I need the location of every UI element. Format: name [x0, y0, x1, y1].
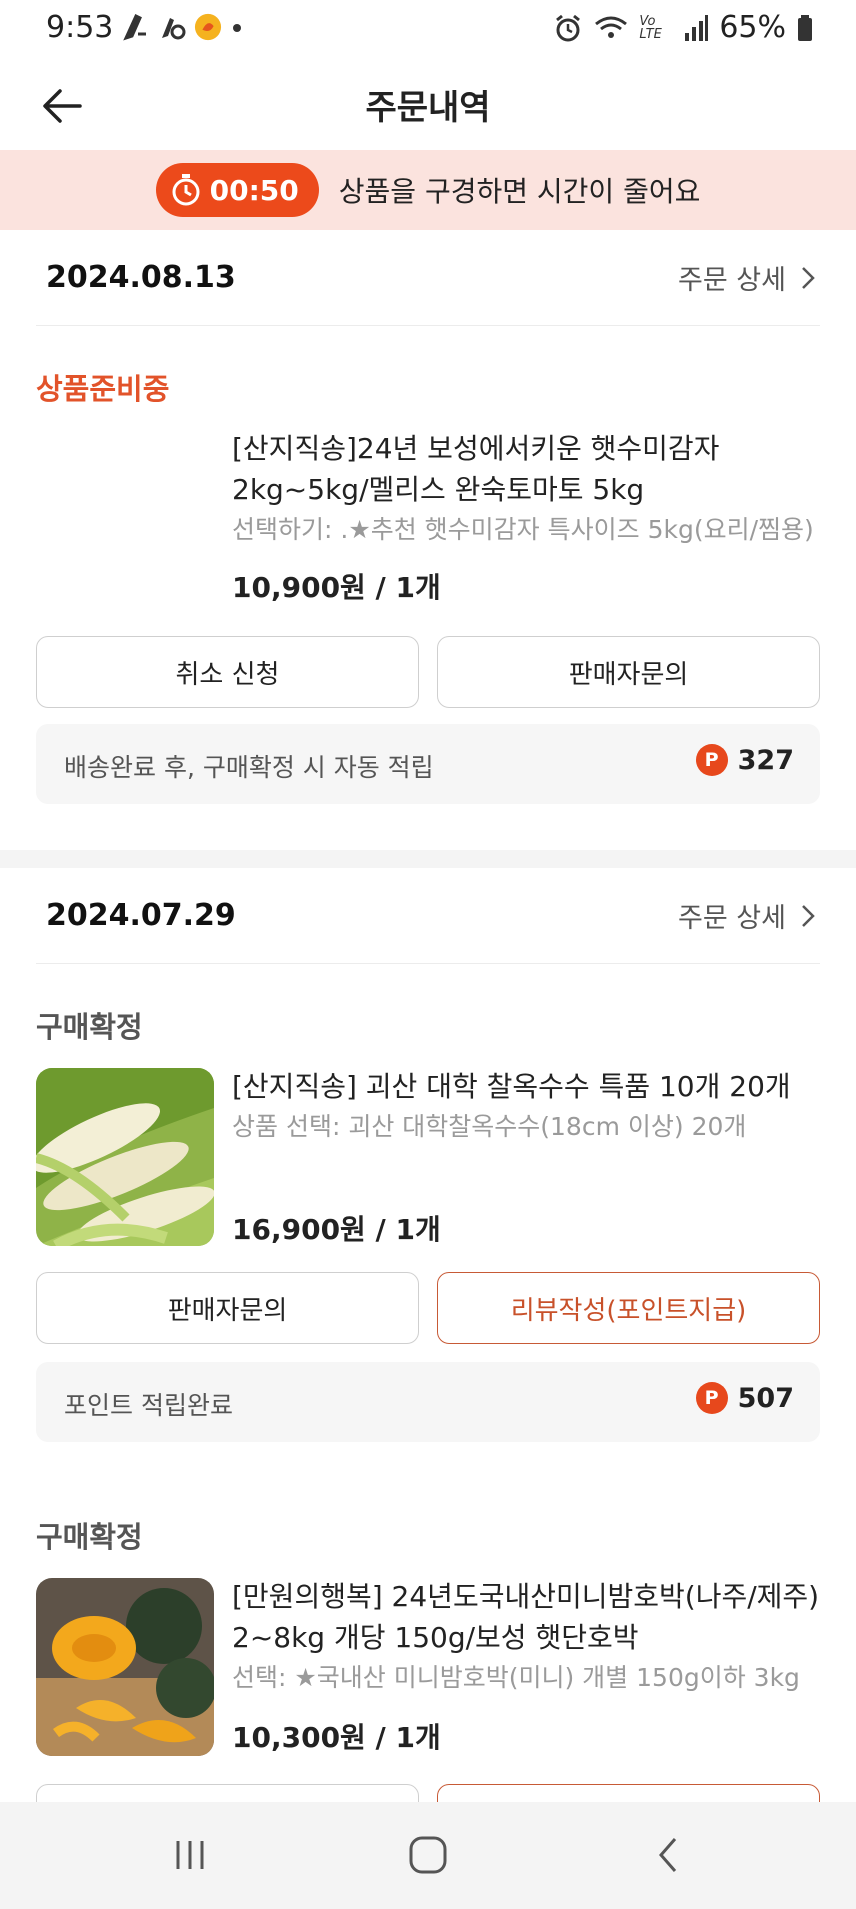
order-header: 2024.07.29 주문 상세 — [36, 868, 820, 964]
points-box: 배송완료 후, 구매확정 시 자동 적립 P 327 — [36, 724, 820, 804]
order-card: 2024.07.29 주문 상세 구매확정 [산지직송] 괴산 대학 찰옥수수 … — [0, 868, 856, 1856]
app-header: 주문내역 — [0, 60, 856, 150]
stopwatch-icon — [172, 174, 200, 206]
order-status: 상품준비중 — [36, 372, 170, 406]
order-detail-link[interactable]: 주문 상세 — [678, 896, 816, 935]
status-left-icons — [122, 12, 244, 42]
back-nav-icon — [659, 1838, 677, 1872]
recent-apps-icon — [176, 1841, 204, 1869]
notification-icon-1 — [123, 13, 146, 41]
timer-time: 00:50 — [209, 173, 299, 207]
status-bar: 9:53 Vo LTE 65% — [0, 0, 856, 60]
order-card: 2024.08.13 주문 상세 상품준비중 [산지직송]24년 보성에서키운 … — [0, 230, 856, 848]
order-detail-label: 주문 상세 — [678, 265, 786, 296]
timer-message: 상품을 구경하면 시간이 줄어요 — [338, 175, 701, 208]
product-price: 10,300원 / 1개 — [232, 1721, 441, 1754]
battery-percent: 65% — [719, 10, 786, 45]
product-price: 16,900원 / 1개 — [232, 1213, 441, 1246]
seller-inquiry-button[interactable]: 판매자문의 — [36, 1272, 419, 1344]
product-title: [만원의행복] 24년도국내산미니밤호박(나주/제주) 2~8kg 개당 150… — [232, 1580, 820, 1654]
pumpkin-image — [36, 1578, 214, 1756]
product-price: 10,900원 / 1개 — [232, 571, 441, 604]
points-amount: 327 — [737, 744, 794, 776]
product-title: [산지직송] 괴산 대학 찰옥수수 특품 10개 20개 — [232, 1070, 791, 1103]
points-text: 배송완료 후, 구매확정 시 자동 적립 — [64, 753, 434, 782]
status-right-icons: Vo LTE 65% — [553, 10, 814, 45]
point-icon: P — [695, 1382, 728, 1414]
timer-banner[interactable]: 00:50 상품을 구경하면 시간이 줄어요 — [0, 150, 856, 230]
product-thumbnail-pumpkin[interactable] — [36, 1578, 214, 1756]
product-info[interactable]: [만원의행복] 24년도국내산미니밤호박(나주/제주) 2~8kg 개당 150… — [232, 1576, 820, 1696]
product-thumbnail-corn[interactable] — [36, 1068, 214, 1246]
write-review-button[interactable]: 리뷰작성(포인트지급) — [437, 1272, 820, 1344]
signal-icon — [685, 14, 709, 41]
system-nav-bar — [0, 1802, 856, 1909]
app-notification-icon — [194, 13, 222, 41]
order-header: 2024.08.13 주문 상세 — [36, 230, 820, 326]
alarm-icon — [556, 14, 581, 41]
point-icon: P — [695, 744, 728, 776]
wifi-icon — [595, 16, 628, 38]
dot-icon — [233, 24, 241, 32]
battery-icon — [798, 14, 812, 41]
order-detail-label: 주문 상세 — [678, 903, 786, 934]
cancel-request-button[interactable]: 취소 신청 — [36, 636, 419, 708]
notification-icon-2 — [162, 18, 186, 40]
home-icon — [409, 1836, 447, 1874]
order-status: 구매확정 — [36, 1010, 143, 1044]
chevron-right-icon — [802, 266, 815, 289]
points-value: P 327 — [695, 744, 794, 776]
product-option: 선택: ★국내산 미니밤호박(미니) 개별 150g이하 3kg — [232, 1663, 800, 1692]
points-amount: 507 — [737, 1382, 794, 1414]
page-title: 주문내역 — [365, 88, 491, 128]
home-button[interactable] — [398, 1830, 458, 1880]
points-text: 포인트 적립완료 — [64, 1391, 233, 1420]
chevron-right-icon — [802, 904, 815, 927]
timer-pill: 00:50 — [155, 163, 319, 217]
product-info[interactable]: [산지직송]24년 보성에서키운 햇수미감자 2kg~5kg/멜리스 완숙토마토… — [232, 428, 820, 548]
seller-inquiry-button[interactable]: 판매자문의 — [437, 636, 820, 708]
order-detail-link[interactable]: 주문 상세 — [678, 258, 816, 297]
order-status: 구매확정 — [36, 1520, 143, 1554]
product-option: 상품 선택: 괴산 대학찰옥수수(18cm 이상) 20개 — [232, 1112, 747, 1141]
product-info[interactable]: [산지직송] 괴산 대학 찰옥수수 특품 10개 20개 상품 선택: 괴산 대… — [232, 1066, 820, 1145]
order-date: 2024.07.29 — [46, 898, 236, 933]
points-value: P 507 — [695, 1382, 794, 1414]
section-divider — [0, 850, 856, 868]
product-title: [산지직송]24년 보성에서키운 햇수미감자 2kg~5kg/멜리스 완숙토마토… — [232, 432, 720, 506]
status-time: 9:53 — [46, 10, 114, 45]
corn-image — [36, 1068, 214, 1246]
product-option: 선택하기: .★추천 햇수미감자 특사이즈 5kg(요리/찜용) — [232, 515, 814, 544]
volte-icon: Vo LTE — [639, 13, 662, 42]
order-date: 2024.08.13 — [46, 260, 236, 295]
points-box: 포인트 적립완료 P 507 — [36, 1362, 820, 1442]
recent-apps-button[interactable] — [160, 1830, 220, 1880]
back-nav-button[interactable] — [638, 1830, 698, 1880]
